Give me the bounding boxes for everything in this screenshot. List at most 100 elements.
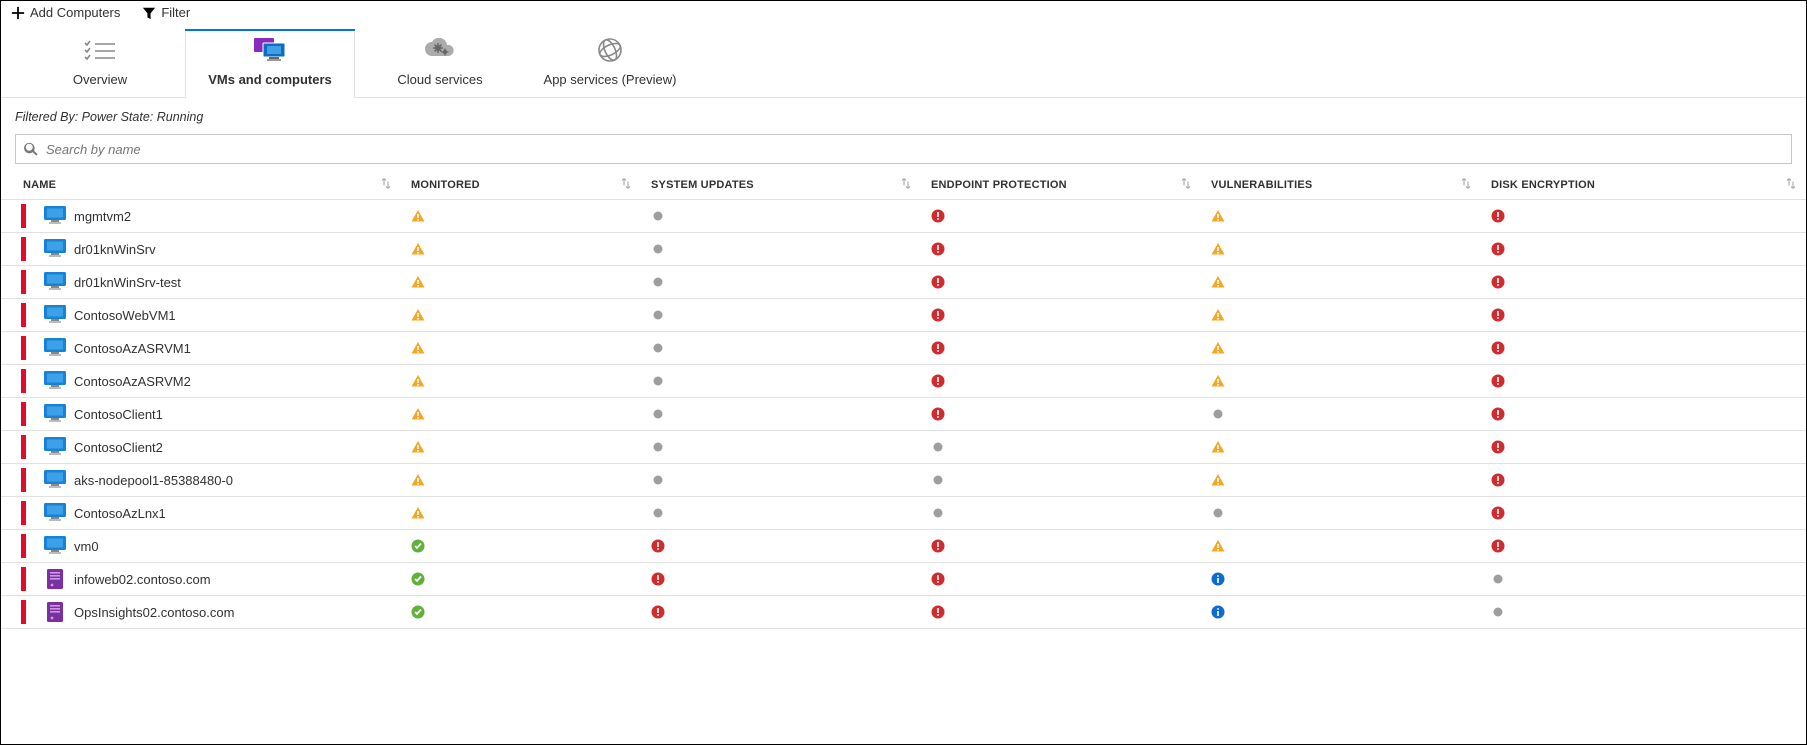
severity-indicator — [21, 237, 26, 261]
table-row[interactable]: aks-nodepool1-85388480-0 — [1, 464, 1806, 497]
table-row[interactable]: ContosoWebVM1 — [1, 299, 1806, 332]
status-none-icon — [931, 440, 945, 454]
table-row[interactable]: ContosoAzLnx1 — [1, 497, 1806, 530]
status-err-icon — [931, 275, 945, 289]
server-icon — [44, 569, 66, 589]
tab-cloud-services[interactable]: Cloud services — [355, 29, 525, 97]
tab-overview[interactable]: Overview — [15, 29, 185, 97]
server-icon — [44, 602, 66, 622]
col-header-name[interactable]: NAME — [1, 179, 401, 191]
status-err-icon — [931, 539, 945, 553]
vm-icon — [44, 305, 66, 325]
status-none-icon — [651, 407, 665, 421]
table-row[interactable]: ContosoAzASRVM2 — [1, 365, 1806, 398]
col-header-monitored[interactable]: MONITORED — [401, 179, 641, 191]
status-warn-icon — [411, 341, 425, 355]
severity-indicator — [21, 600, 26, 624]
table-row[interactable]: OpsInsights02.contoso.com — [1, 596, 1806, 629]
status-warn-icon — [1211, 308, 1225, 322]
status-warn-icon — [1211, 539, 1225, 553]
add-computers-button[interactable]: Add Computers — [11, 5, 120, 20]
vm-icon — [44, 338, 66, 358]
tab-label: App services (Preview) — [544, 72, 677, 87]
filtered-by-text: Filtered By: Power State: Running — [1, 98, 1806, 134]
table-row[interactable]: ContosoAzASRVM1 — [1, 332, 1806, 365]
status-err-icon — [1491, 440, 1505, 454]
vm-icon — [44, 437, 66, 457]
table-row[interactable]: vm0 — [1, 530, 1806, 563]
funnel-icon — [142, 6, 156, 20]
severity-indicator — [21, 567, 26, 591]
status-err-icon — [931, 374, 945, 388]
results-table: NAME MONITORED SYSTEM UPDATES ENDPOINT P… — [1, 170, 1806, 629]
status-warn-icon — [411, 275, 425, 289]
resource-name: OpsInsights02.contoso.com — [74, 605, 234, 620]
status-warn-icon — [411, 506, 425, 520]
status-err-icon — [651, 605, 665, 619]
tab-vms-and-computers[interactable]: VMs and computers — [185, 29, 355, 97]
status-warn-icon — [1211, 209, 1225, 223]
resource-name: ContosoAzLnx1 — [74, 506, 166, 521]
command-bar: Add Computers Filter — [1, 1, 1806, 24]
severity-indicator — [21, 468, 26, 492]
col-header-disk-encryption[interactable]: DISK ENCRYPTION — [1481, 179, 1806, 191]
table-row[interactable]: ContosoClient1 — [1, 398, 1806, 431]
search-icon — [24, 142, 38, 156]
status-warn-icon — [411, 242, 425, 256]
resource-name: ContosoClient2 — [74, 440, 163, 455]
resource-name: aks-nodepool1-85388480-0 — [74, 473, 233, 488]
status-warn-icon — [1211, 275, 1225, 289]
status-warn-icon — [411, 473, 425, 487]
status-err-icon — [1491, 407, 1505, 421]
tab-app-services[interactable]: App services (Preview) — [525, 29, 695, 97]
status-err-icon — [931, 308, 945, 322]
status-warn-icon — [1211, 341, 1225, 355]
sort-icon — [1786, 178, 1796, 188]
status-none-icon — [931, 473, 945, 487]
search-box[interactable] — [15, 134, 1792, 164]
filter-button[interactable]: Filter — [142, 5, 190, 20]
vm-icon — [44, 470, 66, 490]
status-none-icon — [651, 374, 665, 388]
status-warn-icon — [411, 308, 425, 322]
status-ok-icon — [411, 572, 425, 586]
resource-name: vm0 — [74, 539, 99, 554]
filter-label: Filter — [161, 5, 190, 20]
table-header: NAME MONITORED SYSTEM UPDATES ENDPOINT P… — [1, 170, 1806, 200]
status-err-icon — [651, 539, 665, 553]
tab-label: VMs and computers — [208, 72, 332, 87]
status-ok-icon — [411, 605, 425, 619]
status-err-icon — [931, 341, 945, 355]
status-err-icon — [1491, 506, 1505, 520]
col-header-endpoint-protection[interactable]: ENDPOINT PROTECTION — [921, 179, 1201, 191]
status-none-icon — [651, 506, 665, 520]
status-warn-icon — [411, 440, 425, 454]
table-row[interactable]: dr01knWinSrv-test — [1, 266, 1806, 299]
status-none-icon — [651, 308, 665, 322]
search-input[interactable] — [44, 141, 1783, 158]
status-none-icon — [651, 275, 665, 289]
status-warn-icon — [411, 374, 425, 388]
resource-name: mgmtvm2 — [74, 209, 131, 224]
plus-icon — [11, 6, 25, 20]
status-err-icon — [1491, 209, 1505, 223]
table-row[interactable]: dr01knWinSrv — [1, 233, 1806, 266]
status-err-icon — [931, 209, 945, 223]
resource-name: ContosoClient1 — [74, 407, 163, 422]
table-row[interactable]: ContosoClient2 — [1, 431, 1806, 464]
status-warn-icon — [1211, 242, 1225, 256]
status-err-icon — [931, 572, 945, 586]
col-header-vulnerabilities[interactable]: VULNERABILITIES — [1201, 179, 1481, 191]
status-err-icon — [931, 407, 945, 421]
table-row[interactable]: mgmtvm2 — [1, 200, 1806, 233]
status-warn-icon — [411, 407, 425, 421]
col-header-system-updates[interactable]: SYSTEM UPDATES — [641, 179, 921, 191]
table-row[interactable]: infoweb02.contoso.com — [1, 563, 1806, 596]
status-none-icon — [931, 506, 945, 520]
status-err-icon — [651, 572, 665, 586]
status-none-icon — [651, 242, 665, 256]
status-err-icon — [1491, 374, 1505, 388]
add-computers-label: Add Computers — [30, 5, 120, 20]
status-err-icon — [1491, 275, 1505, 289]
sort-icon — [621, 178, 631, 188]
